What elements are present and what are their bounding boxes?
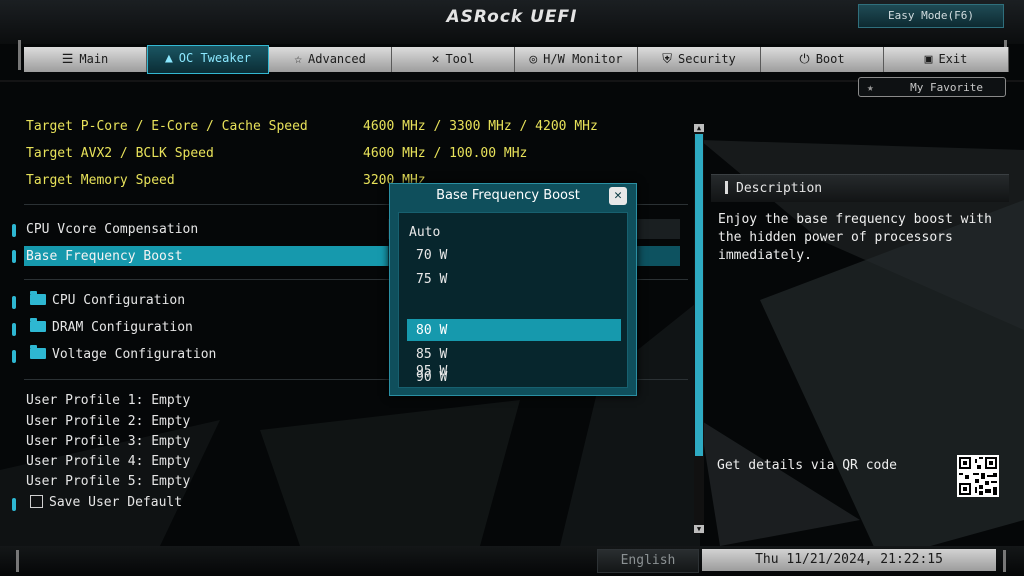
tab-security[interactable]: ⛨ Security [638,47,761,72]
item-marker [12,323,16,336]
item-marker [12,350,16,363]
tab-boot[interactable]: ⏻ Boot [761,47,884,72]
footer-edge-right [1003,550,1006,572]
language-selector[interactable]: English [597,549,699,573]
date-time: Thu 11/21/2024, 21:22:15 [702,549,996,571]
shield-icon: ⛨ [662,52,672,67]
globe-icon: ◎ [529,52,538,67]
item-marker [12,224,16,237]
scroll-up-arrow-icon[interactable]: ▲ [694,124,704,132]
base-frequency-boost-dialog: Base Frequency Boost ✕ Auto 70 W 75 W 80… [389,183,637,396]
folder-dram-configuration[interactable]: DRAM Configuration [30,318,193,335]
save-user-default[interactable]: Save User Default [30,495,182,510]
scroll-down-arrow-icon[interactable]: ▼ [694,525,704,533]
option-80w[interactable]: 80 W [416,323,447,338]
exit-door-icon: ▣ [924,52,933,67]
item-marker [12,250,16,263]
user-profile-5[interactable]: User Profile 5: Empty [26,474,190,489]
qr-code [957,455,999,497]
info-value-core-speed: 4600 MHz / 3300 MHz / 4200 MHz [363,119,598,134]
option-75w[interactable]: 75 W [416,272,447,287]
item-marker [12,296,16,309]
easy-mode-button[interactable]: Easy Mode(F6) [858,4,1004,28]
star-icon: ☆ [294,52,303,67]
tab-exit[interactable]: ▣ Exit [884,47,1009,72]
option-85w[interactable]: 85 W [416,347,447,362]
tab-main[interactable]: ☰ Main [24,47,147,72]
star-icon: ★ [867,81,874,94]
user-profile-4[interactable]: User Profile 4: Empty [26,454,190,469]
tab-advanced[interactable]: ☆ Advanced [269,47,392,72]
options-list: Auto 70 W 75 W 80 W 85 W 90 W [398,212,628,388]
description-marker-icon [725,181,728,194]
my-favorite-button[interactable]: ★ My Favorite [858,77,1006,97]
header-edge-left [18,40,21,70]
footer-edge-left [16,550,19,572]
scrollbar-thumb[interactable] [695,134,703,456]
user-profile-3[interactable]: User Profile 3: Empty [26,434,190,449]
dialog-title: Base Frequency Boost [436,188,580,203]
tab-hw-monitor[interactable]: ◎ H/W Monitor [515,47,638,72]
info-label-avx2-bclk: Target AVX2 / BCLK Speed [26,146,214,161]
info-label-memory-speed: Target Memory Speed [26,173,175,188]
power-icon: ⏻ [799,52,810,67]
user-profile-1[interactable]: User Profile 1: Empty [26,393,190,408]
user-profile-2[interactable]: User Profile 2: Empty [26,414,190,429]
folder-icon [30,318,46,332]
qr-label: Get details via QR code [717,458,898,473]
tab-tool[interactable]: ✕ Tool [392,47,515,72]
list-icon: ☰ [61,52,74,67]
description-text: Enjoy the base frequency boost with the … [718,212,992,263]
item-marker [12,498,16,511]
rocket-icon: ▲ [164,51,173,66]
folder-icon [30,345,46,359]
folder-icon [30,291,46,305]
option-95w[interactable]: 95 W [416,364,447,379]
close-icon[interactable]: ✕ [609,187,627,205]
floppy-disk-icon [30,495,43,508]
setting-cpu-vcore-compensation[interactable]: CPU Vcore Compensation [26,222,198,237]
option-70w[interactable]: 70 W [416,248,447,263]
main-tabs: ☰ Main ▲ OC Tweaker ☆ Advanced ✕ Tool ◎ H/W M… [24,45,1009,74]
folder-voltage-configuration[interactable]: Voltage Configuration [30,345,216,362]
tab-oc-tweaker[interactable]: ▲ OC Tweaker [147,45,269,74]
folder-cpu-configuration[interactable]: CPU Configuration [30,291,185,308]
setting-base-frequency-boost[interactable]: Base Frequency Boost [26,249,183,264]
description-header: Description [711,174,1009,202]
option-auto[interactable]: Auto [409,225,440,240]
info-label-core-speed: Target P-Core / E-Core / Cache Speed [26,119,308,134]
wrench-icon: ✕ [431,52,440,67]
info-value-avx2-bclk: 4600 MHz / 100.00 MHz [363,146,528,161]
